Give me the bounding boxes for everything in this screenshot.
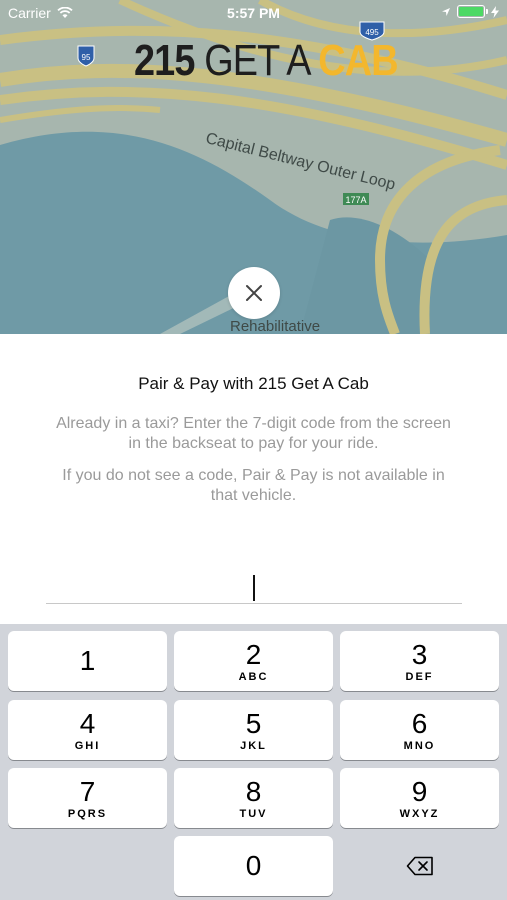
key-5[interactable]: 5 JKL [174,700,333,760]
key-digit: 8 [245,775,262,807]
key-6[interactable]: 6 MNO [340,700,499,760]
key-letters: ABC [238,670,269,683]
key-letters: DEF [405,670,434,683]
key-7[interactable]: 7 PQRS [8,768,167,828]
app-logo: 215 GET A CAB [134,36,399,85]
backspace-icon [406,856,433,876]
key-9[interactable]: 9 WXYZ [340,768,499,828]
unavailable-note: If you do not see a code, Pair & Pay is … [62,467,445,504]
key-3[interactable]: 3 DEF [340,631,499,691]
status-bar: Carrier 5:57 PM [0,0,507,28]
pair-pay-panel: Pair & Pay with 215 Get A Cab Already in… [0,334,507,624]
svg-text:95: 95 [82,53,91,62]
key-letters: TUV [239,807,268,820]
delete-key[interactable] [340,836,499,896]
key-digit: 3 [411,638,428,670]
page-title: Pair & Pay with 215 Get A Cab [138,374,369,393]
key-digit: 1 [79,645,96,676]
instructions-text: Already in a taxi? Enter the 7-digit cod… [56,415,451,452]
svg-text:177A: 177A [345,195,366,205]
key-2[interactable]: 2 ABC [174,631,333,691]
key-letters: WXYZ [399,807,440,820]
key-digit: 4 [79,707,96,739]
key-4[interactable]: 4 GHI [8,700,167,760]
close-button[interactable] [228,267,280,319]
battery-icon [457,5,488,18]
key-digit: 9 [411,775,428,807]
key-1[interactable]: 1 [8,631,167,691]
status-time: 5:57 PM [227,5,280,21]
status-right [441,5,499,18]
key-letters: GHI [74,739,101,752]
key-letters: PQRS [67,807,108,820]
numeric-keypad: 1 2 ABC 3 DEF 4 GHI 5 JKL 6 MNO 7 PQRS 8… [0,624,507,900]
close-icon [246,285,262,301]
exit-177a-sign: 177A [343,193,369,205]
key-8[interactable]: 8 TUV [174,768,333,828]
place-label: Rehabilitative [230,318,321,334]
key-digit: 6 [411,707,428,739]
key-0[interactable]: 0 [174,836,333,896]
key-letters: MNO [403,739,436,752]
charging-bolt-icon [491,5,499,18]
text-caret [253,575,255,601]
interstate-95-shield: 95 [77,45,95,67]
location-arrow-icon [442,7,450,16]
key-letters: JKL [240,739,267,752]
key-digit: 2 [245,638,262,670]
key-digit: 5 [245,707,262,739]
key-digit: 7 [79,775,96,807]
key-digit: 0 [245,850,262,881]
